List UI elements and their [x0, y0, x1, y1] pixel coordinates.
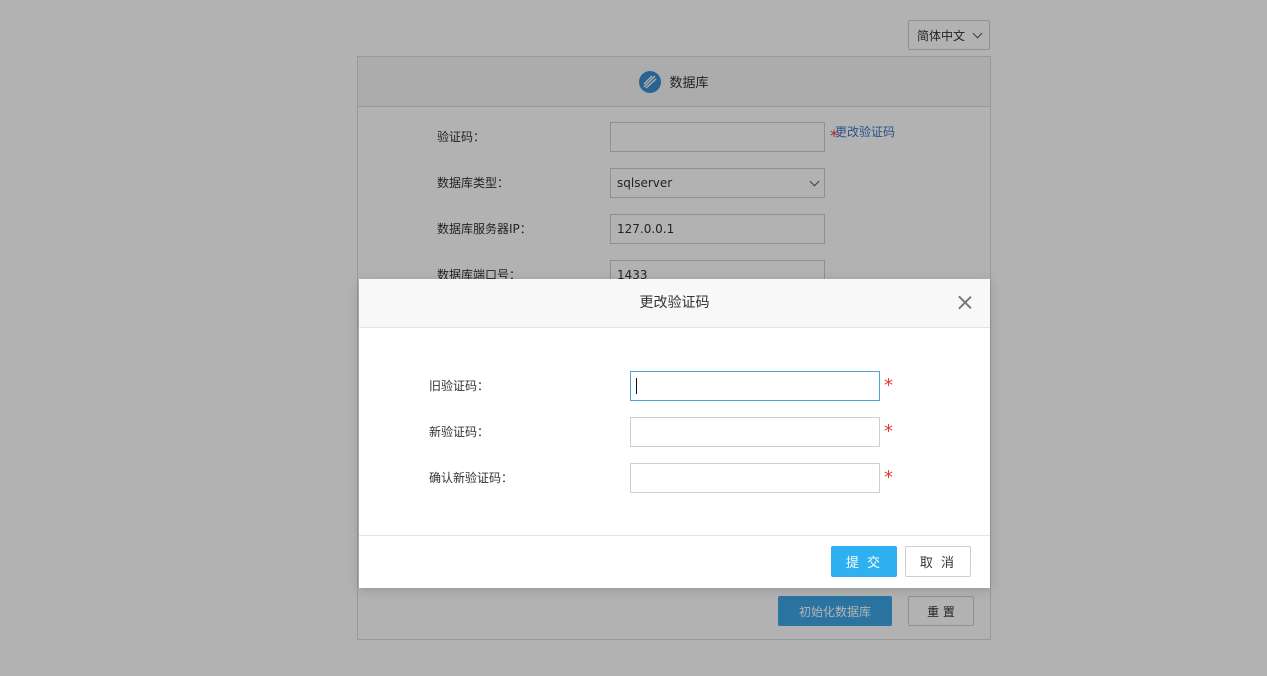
cancel-button[interactable]: 取 消 — [905, 546, 971, 577]
required-mark: * — [884, 467, 893, 488]
dialog-header: 更改验证码 — [359, 279, 990, 328]
text-caret — [636, 378, 637, 394]
confirm-code-input[interactable] — [630, 463, 880, 493]
new-code-row: 新验证码： * — [359, 417, 990, 447]
dialog-footer: 提 交 取 消 — [359, 535, 990, 588]
confirm-code-label: 确认新验证码： — [429, 471, 514, 485]
new-code-label: 新验证码： — [429, 425, 490, 439]
submit-button[interactable]: 提 交 — [831, 546, 897, 577]
old-code-row: 旧验证码： * — [359, 371, 990, 401]
change-code-dialog: 更改验证码 旧验证码： * 新验证码： * 确认新验证码： * 提 交 取 消 — [359, 279, 990, 588]
dialog-title: 更改验证码 — [639, 295, 710, 311]
new-code-input[interactable] — [630, 417, 880, 447]
confirm-code-row: 确认新验证码： * — [359, 463, 990, 493]
old-code-input[interactable] — [630, 371, 880, 401]
required-mark: * — [884, 421, 893, 442]
required-mark: * — [884, 375, 893, 396]
old-code-label: 旧验证码： — [429, 379, 490, 393]
close-icon[interactable] — [958, 295, 972, 309]
